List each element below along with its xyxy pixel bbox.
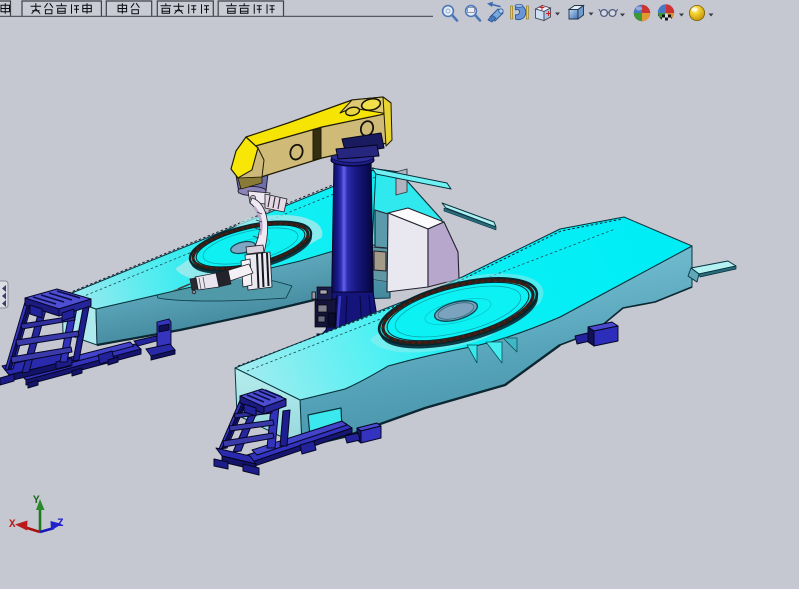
svg-text:Z: Z — [57, 518, 64, 530]
svg-text:Y: Y — [33, 495, 40, 507]
svg-text:X: X — [9, 519, 16, 531]
